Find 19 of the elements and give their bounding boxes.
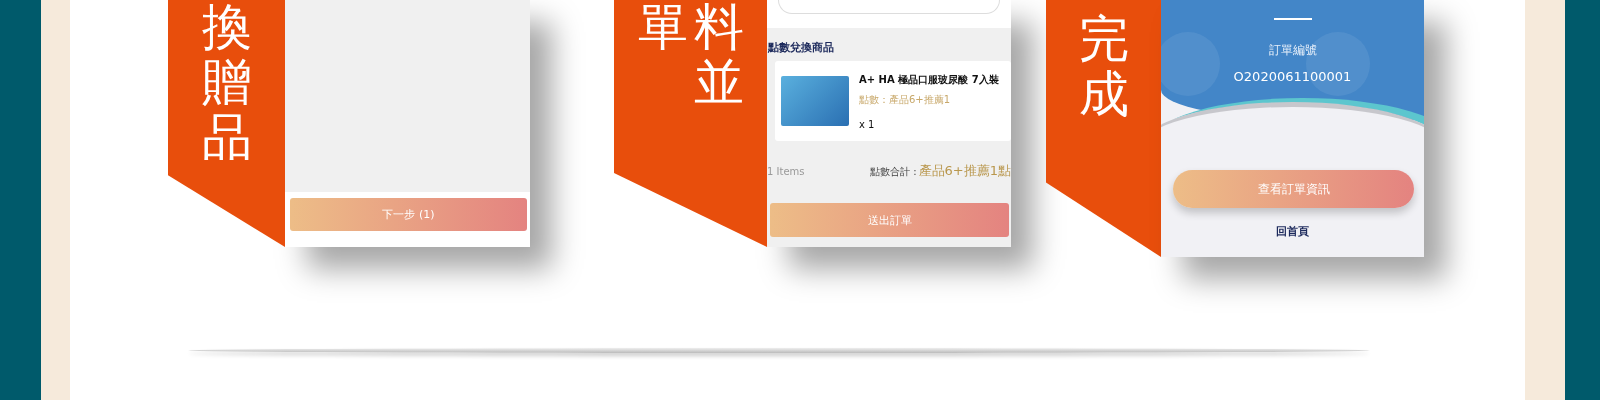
view-order-button[interactable]: 查看訂單資訊 [1173,170,1414,208]
product-quantity: x 1 [859,118,876,130]
next-step-button[interactable]: 下一步 (1) [290,198,527,231]
points-total-value: 產品6+推薦1點 [918,162,1011,180]
banner-text: 單 [637,0,688,58]
product-name: A+ HA 極品口服玻尿酸 7入裝 [859,72,999,87]
items-count: 1 Items [767,165,805,177]
product-points: 點數：產品6+推薦1 [859,92,952,107]
banner-text: 換贈品 [201,0,252,168]
banner-text: 料並 [693,0,744,113]
order-number: O2020061100001 [1233,69,1352,84]
order-number-label: 訂單編號 [1268,42,1317,59]
points-total-label: 點數合計 : [870,165,917,179]
submit-order-button[interactable]: 送出訂單 [770,203,1009,237]
section-title: 點數兌換商品 [768,40,835,55]
note-input-field[interactable] [778,0,1000,14]
banner-text: 完成 [1078,12,1129,125]
home-link[interactable]: 回首頁 [1270,223,1315,240]
photo-placeholder [781,76,849,126]
